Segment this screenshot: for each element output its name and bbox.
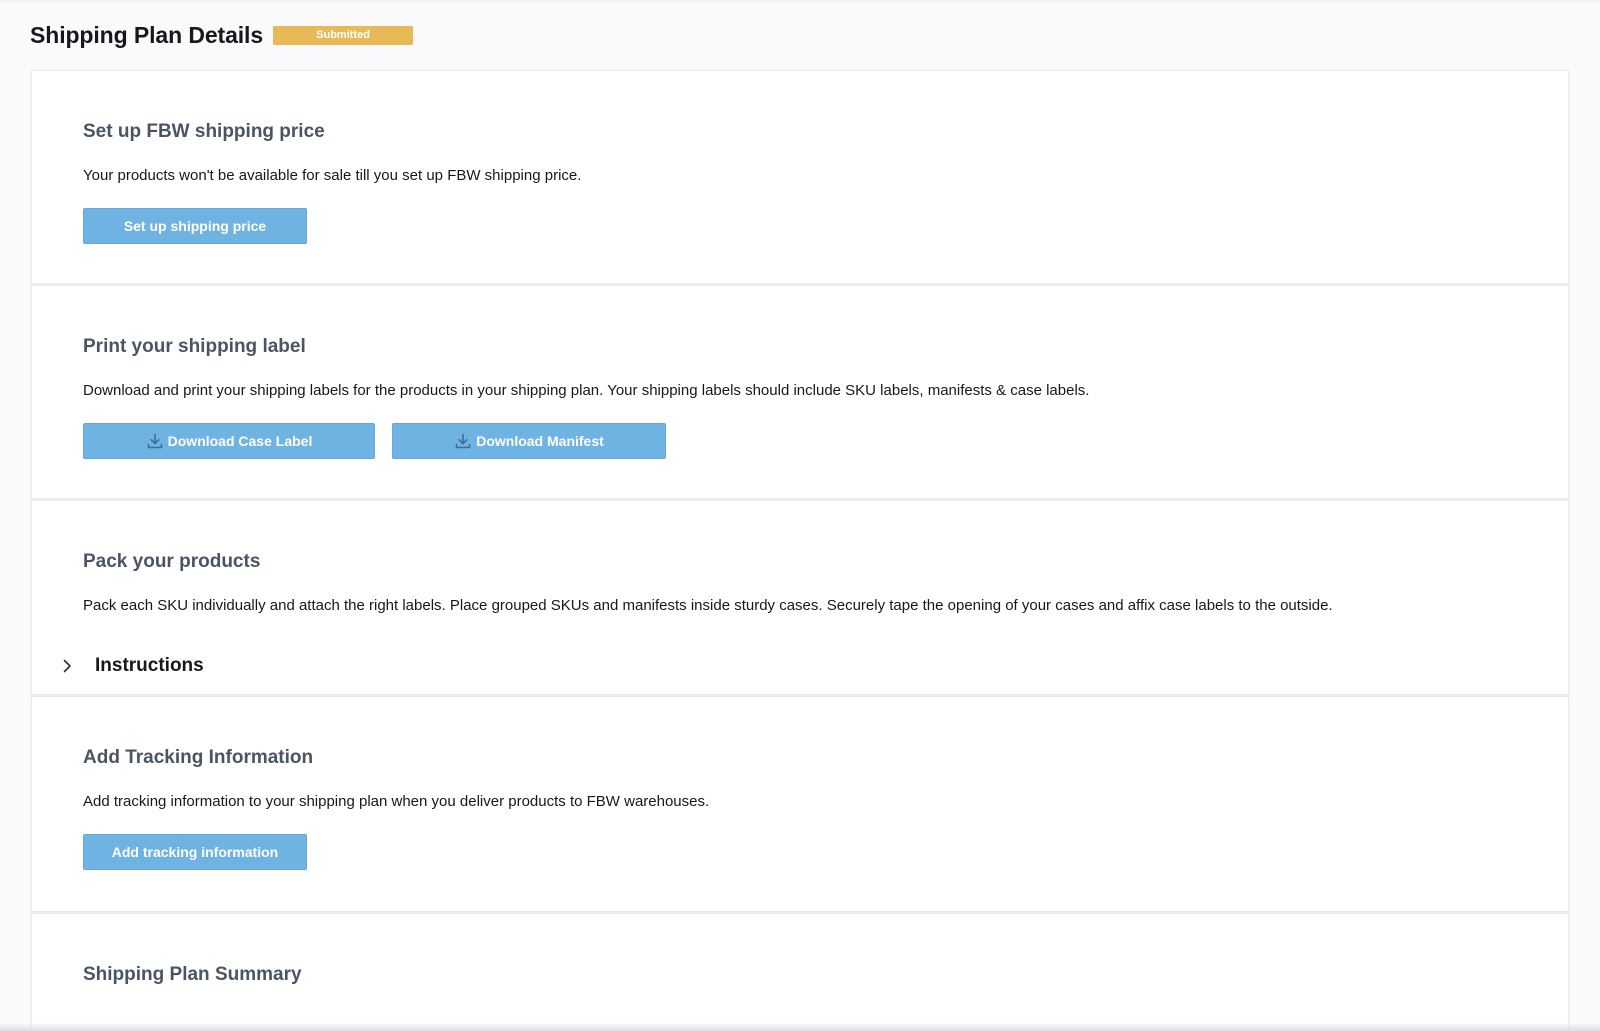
add-tracking-information-button[interactable]: Add tracking information [83, 834, 307, 870]
section-description: Pack each SKU individually and attach th… [83, 597, 1333, 614]
page-header: Shipping Plan Details Submitted [30, 20, 414, 50]
chevron-right-icon [60, 659, 74, 673]
instructions-label: Instructions [95, 655, 204, 676]
section-tracking-info: Add Tracking Information Add tracking in… [31, 696, 1569, 912]
download-icon [146, 432, 164, 450]
section-description: Download and print your shipping labels … [83, 382, 1090, 399]
instructions-expander[interactable]: Instructions [60, 655, 204, 677]
section-pack-products: Pack your products Pack each SKU individ… [31, 500, 1569, 695]
top-shadow [0, 0, 1600, 4]
section-title: Set up FBW shipping price [83, 121, 325, 142]
set-up-shipping-price-button[interactable]: Set up shipping price [83, 208, 307, 244]
section-title: Pack your products [83, 551, 261, 572]
download-icon [454, 432, 472, 450]
bottom-shadow [0, 1023, 1600, 1031]
page-title: Shipping Plan Details [30, 21, 264, 48]
button-label: Set up shipping price [123, 218, 267, 234]
download-manifest-button[interactable]: Download Manifest [392, 423, 666, 459]
button-label: Download Case Label [167, 433, 313, 449]
section-title: Shipping Plan Summary [83, 964, 302, 985]
section-description: Add tracking information to your shippin… [83, 793, 710, 810]
section-description: Your products won't be available for sal… [83, 167, 582, 184]
section-shipping-plan-summary: Shipping Plan Summary [31, 913, 1569, 1031]
section-title: Add Tracking Information [83, 747, 314, 768]
section-title: Print your shipping label [83, 336, 306, 357]
shipping-plan-page: Shipping Plan Details Submitted Set up F… [0, 0, 1600, 1031]
section-shipping-label: Print your shipping label Download and p… [31, 285, 1569, 499]
status-badge: Submitted [273, 25, 414, 45]
download-case-label-button[interactable]: Download Case Label [83, 423, 375, 459]
button-label: Add tracking information [111, 844, 279, 860]
button-label: Download Manifest [476, 433, 604, 449]
section-shipping-price: Set up FBW shipping price Your products … [31, 70, 1569, 284]
